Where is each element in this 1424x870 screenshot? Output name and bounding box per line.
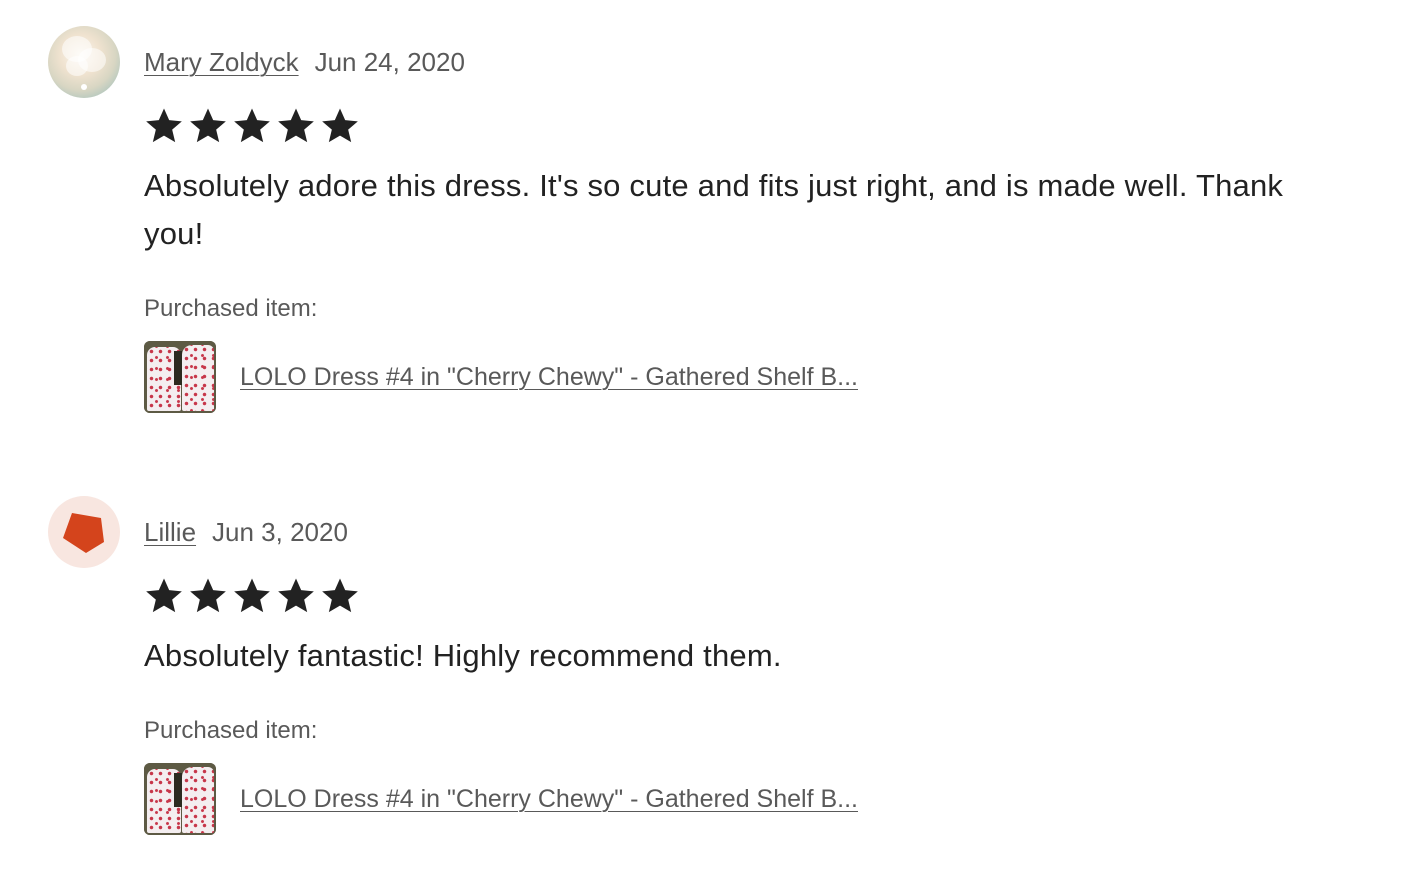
star-icon [322, 578, 358, 613]
star-icon [322, 108, 358, 143]
item-thumbnail[interactable] [144, 341, 216, 413]
star-icon [234, 108, 270, 143]
star-icon [146, 108, 182, 143]
review-meta: Mary Zoldyck Jun 24, 2020 [144, 46, 465, 78]
review-date: Jun 24, 2020 [314, 47, 465, 77]
star-icon [234, 578, 270, 613]
star-rating [144, 106, 360, 146]
purchased-item: LOLO Dress #4 in "Cherry Chewy" - Gather… [144, 341, 858, 413]
star-icon [190, 108, 226, 143]
purchased-item-label: Purchased item: [144, 295, 318, 322]
item-thumbnail[interactable] [144, 763, 216, 835]
reviewer-name-link[interactable]: Lillie [144, 517, 196, 547]
item-title-link[interactable]: LOLO Dress #4 in "Cherry Chewy" - Gather… [240, 785, 858, 814]
item-title-link[interactable]: LOLO Dress #4 in "Cherry Chewy" - Gather… [240, 363, 858, 392]
pentagon-icon [63, 513, 104, 553]
review-date: Jun 3, 2020 [212, 517, 348, 547]
review-meta: Lillie Jun 3, 2020 [144, 516, 348, 548]
star-icon [190, 578, 226, 613]
purchased-item: LOLO Dress #4 in "Cherry Chewy" - Gather… [144, 763, 858, 835]
star-icon [278, 108, 314, 143]
reviewer-name-link[interactable]: Mary Zoldyck [144, 47, 299, 77]
star-icon [278, 578, 314, 613]
reviewer-avatar[interactable] [48, 496, 120, 568]
review-text: Absolutely adore this dress. It's so cut… [144, 168, 1284, 251]
purchased-item-label: Purchased item: [144, 717, 318, 744]
star-rating [144, 576, 360, 616]
star-icon [146, 578, 182, 613]
reviewer-avatar[interactable] [48, 26, 120, 98]
review-text: Absolutely fantastic! Highly recommend t… [144, 638, 782, 673]
